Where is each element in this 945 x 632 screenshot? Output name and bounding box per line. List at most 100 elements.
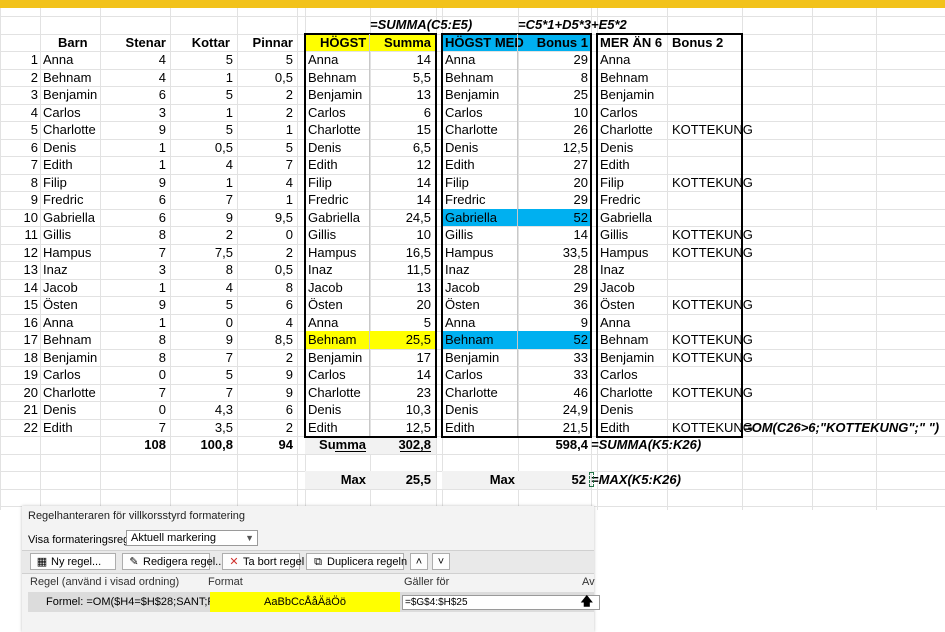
edit-rule-button[interactable]: ✎ Redigera regel...	[122, 553, 224, 570]
child-name[interactable]: Charlotte	[43, 384, 96, 401]
pinnar-value[interactable]: 2	[237, 104, 293, 121]
pinnar-value[interactable]: 2	[237, 419, 293, 436]
move-up-button[interactable]: ˄	[410, 553, 428, 570]
pinnar-value[interactable]: 6	[237, 296, 293, 313]
pinnar-value[interactable]: 9	[237, 366, 293, 383]
child-name[interactable]: Benjamin	[43, 349, 97, 366]
child-name[interactable]: Denis	[43, 139, 76, 156]
stenar-value[interactable]: 9	[100, 121, 166, 138]
kottar-value[interactable]: 7,5	[170, 244, 233, 261]
kottar-value[interactable]: 4,3	[170, 401, 233, 418]
pinnar-value[interactable]: 4	[237, 174, 293, 191]
row-number[interactable]: 14	[0, 279, 38, 296]
child-name[interactable]: Filip	[43, 174, 67, 191]
kottar-value[interactable]: 3,5	[170, 419, 233, 436]
row-number[interactable]: 2	[0, 69, 38, 86]
applies-to-input[interactable]: =$G$4:$H$25 🡅	[402, 595, 600, 610]
child-name[interactable]: Edith	[43, 419, 73, 436]
stenar-value[interactable]: 7	[100, 384, 166, 401]
child-name[interactable]: Behnam	[43, 331, 91, 348]
max-label-1[interactable]: Max	[305, 471, 366, 488]
kottar-value[interactable]: 4	[170, 279, 233, 296]
kottar-value[interactable]: 5	[170, 51, 233, 68]
row-number[interactable]: 19	[0, 366, 38, 383]
max-value-2[interactable]: 52	[518, 471, 586, 488]
pinnar-value[interactable]: 0,5	[237, 261, 293, 278]
kottar-value[interactable]: 0,5	[170, 139, 233, 156]
child-name[interactable]: Charlotte	[43, 121, 96, 138]
row-number[interactable]: 3	[0, 86, 38, 103]
pinnar-value[interactable]: 2	[237, 349, 293, 366]
stenar-value[interactable]: 6	[100, 86, 166, 103]
stenar-value[interactable]: 4	[100, 69, 166, 86]
child-name[interactable]: Gabriella	[43, 209, 95, 226]
kottar-value[interactable]: 5	[170, 86, 233, 103]
kottar-value[interactable]: 2	[170, 226, 233, 243]
new-rule-button[interactable]: ▦ Ny regel...	[30, 553, 116, 570]
kottar-value[interactable]: 7	[170, 384, 233, 401]
stenar-value[interactable]: 7	[100, 419, 166, 436]
stenar-value[interactable]: 0	[100, 366, 166, 383]
row-number[interactable]: 7	[0, 156, 38, 173]
row-number[interactable]: 18	[0, 349, 38, 366]
pinnar-value[interactable]: 5	[237, 51, 293, 68]
row-number[interactable]: 13	[0, 261, 38, 278]
stenar-value[interactable]: 9	[100, 174, 166, 191]
header-barn[interactable]: Barn	[58, 34, 88, 51]
pinnar-value[interactable]: 4	[237, 314, 293, 331]
child-name[interactable]: Carlos	[43, 104, 81, 121]
max-label-2[interactable]: Max	[442, 471, 515, 488]
row-number[interactable]: 9	[0, 191, 38, 208]
stenar-value[interactable]: 3	[100, 261, 166, 278]
row-number[interactable]: 1	[0, 51, 38, 68]
pinnar-value[interactable]: 2	[237, 86, 293, 103]
row-number[interactable]: 4	[0, 104, 38, 121]
child-name[interactable]: Benjamin	[43, 86, 97, 103]
show-rules-for-dropdown[interactable]: Aktuell markering ▼	[126, 530, 258, 546]
child-name[interactable]: Fredric	[43, 191, 83, 208]
pinnar-value[interactable]: 8	[237, 279, 293, 296]
child-name[interactable]: Östen	[43, 296, 78, 313]
pinnar-value[interactable]: 9,5	[237, 209, 293, 226]
header-stenar[interactable]: Stenar	[100, 34, 166, 51]
kottar-value[interactable]: 7	[170, 349, 233, 366]
move-down-button[interactable]: ˅	[432, 553, 450, 570]
stenar-value[interactable]: 8	[100, 331, 166, 348]
pinnar-value[interactable]: 5	[237, 139, 293, 156]
child-name[interactable]: Inaz	[43, 261, 68, 278]
child-name[interactable]: Denis	[43, 401, 76, 418]
kottar-value[interactable]: 9	[170, 331, 233, 348]
child-name[interactable]: Anna	[43, 51, 73, 68]
pinnar-value[interactable]: 0,5	[237, 69, 293, 86]
max-value-1[interactable]: 25,5	[370, 471, 431, 488]
rule-row[interactable]: Formel: =OM($H4=$H$28;SANT;FALSKT) AaBbC…	[28, 592, 600, 612]
pinnar-value[interactable]: 7	[237, 156, 293, 173]
child-name[interactable]: Edith	[43, 156, 73, 173]
kottar-value[interactable]: 1	[170, 69, 233, 86]
pinnar-value[interactable]: 6	[237, 401, 293, 418]
row-number[interactable]: 6	[0, 139, 38, 156]
duplicate-rule-button[interactable]: ⧉ Duplicera regeln	[306, 553, 407, 570]
stenar-value[interactable]: 8	[100, 226, 166, 243]
child-name[interactable]: Hampus	[43, 244, 91, 261]
stenar-value[interactable]: 4	[100, 51, 166, 68]
row-number[interactable]: 10	[0, 209, 38, 226]
bonus1-total[interactable]: 598,4	[518, 436, 588, 453]
stenar-value[interactable]: 0	[100, 401, 166, 418]
delete-rule-button[interactable]: ✕ Ta bort regel	[222, 553, 304, 570]
child-name[interactable]: Jacob	[43, 279, 78, 296]
row-number[interactable]: 8	[0, 174, 38, 191]
kottar-value[interactable]: 5	[170, 121, 233, 138]
child-name[interactable]: Gillis	[43, 226, 71, 243]
kottar-value[interactable]: 1	[170, 104, 233, 121]
stenar-value[interactable]: 3	[100, 104, 166, 121]
pinnar-value[interactable]: 9	[237, 384, 293, 401]
child-name[interactable]: Carlos	[43, 366, 81, 383]
header-pinnar[interactable]: Pinnar	[237, 34, 293, 51]
stenar-value[interactable]: 1	[100, 156, 166, 173]
total-stenar[interactable]: 108	[100, 436, 166, 453]
stenar-value[interactable]: 8	[100, 349, 166, 366]
row-number[interactable]: 21	[0, 401, 38, 418]
row-number[interactable]: 16	[0, 314, 38, 331]
kottar-value[interactable]: 5	[170, 366, 233, 383]
